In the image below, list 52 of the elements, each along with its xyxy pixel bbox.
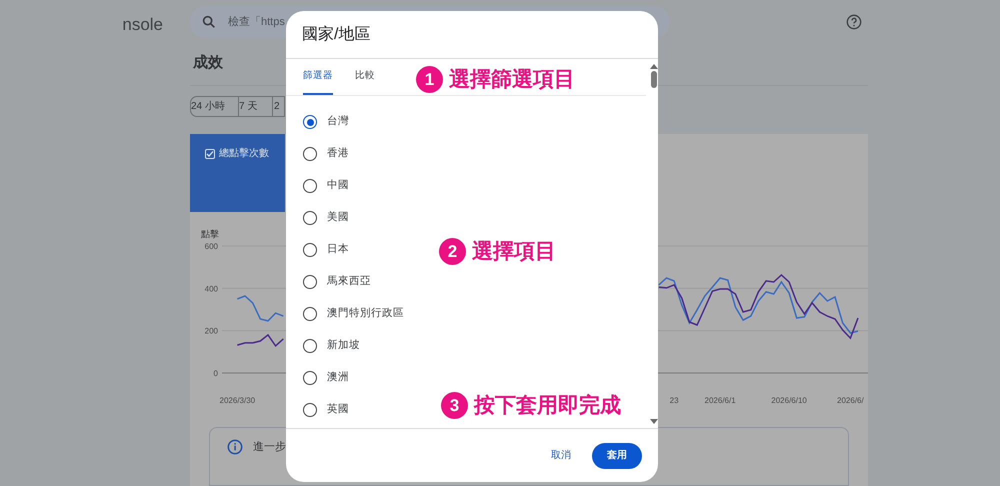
axis-title: 點擊 <box>201 228 219 241</box>
axis-label: 200 <box>204 326 218 336</box>
option-label: 澳洲 <box>327 370 349 386</box>
radio-button[interactable] <box>303 339 317 353</box>
radio-button[interactable] <box>303 403 317 417</box>
radio-button[interactable] <box>303 211 317 225</box>
option-label: 馬來西亞 <box>327 274 371 290</box>
date-range-button[interactable]: 24 小時 <box>191 97 239 116</box>
option-label: 澳門特別行政區 <box>327 306 404 322</box>
option-label: 香港 <box>327 146 349 162</box>
step-instruction: 選擇篩選項目 <box>449 67 575 93</box>
axis-label: 600 <box>204 242 218 251</box>
option-label: 美國 <box>327 210 349 226</box>
search-icon <box>201 14 217 30</box>
axis-label: 2026/6/10 <box>771 396 807 405</box>
radio-button[interactable] <box>303 307 317 321</box>
axis-label: 400 <box>204 284 218 294</box>
option-label: 日本 <box>327 242 349 258</box>
info-icon <box>227 439 243 455</box>
scrollbar-thumb[interactable] <box>651 71 657 88</box>
help-icon[interactable] <box>846 14 862 30</box>
option-label: 台灣 <box>327 114 349 130</box>
radio-button[interactable] <box>303 243 317 257</box>
axis-label: 2026/3/30 <box>220 396 256 405</box>
tab[interactable]: 篩選器 <box>303 59 333 95</box>
radio-button[interactable] <box>303 275 317 289</box>
metric-card[interactable]: 總點擊次數 <box>190 134 285 212</box>
step-instruction: 選擇項目 <box>472 239 556 265</box>
step-instruction: 按下套用即完成 <box>474 392 621 419</box>
logo-text: nsole <box>122 14 163 36</box>
cancel-button[interactable]: 取消 <box>545 442 577 469</box>
checkbox[interactable] <box>205 149 215 159</box>
axis-label: 23 <box>670 396 679 405</box>
info-text: 進一步 <box>253 440 286 455</box>
scroll-up-icon[interactable] <box>650 63 658 69</box>
option-label: 中國 <box>327 178 349 194</box>
axis-label: 2026/6/1 <box>704 396 736 405</box>
option-label: 新加坡 <box>327 338 360 354</box>
scroll-down-icon[interactable] <box>650 419 658 425</box>
radio-button[interactable] <box>303 147 317 161</box>
dialog-title: 國家/地區 <box>302 24 370 44</box>
option-label: 英國 <box>327 402 349 418</box>
radio-button[interactable] <box>303 179 317 193</box>
radio-button[interactable] <box>303 115 317 129</box>
axis-label: 0 <box>214 369 218 378</box>
metric-label: 總點擊次數 <box>219 148 269 160</box>
radio-button[interactable] <box>303 371 317 385</box>
date-range-button[interactable]: 7 天 <box>239 97 273 116</box>
page-title: 成效 <box>193 53 223 74</box>
axis-label: 2026/6/ <box>837 396 864 405</box>
tab[interactable]: 比較 <box>355 59 375 95</box>
apply-button[interactable]: 套用 <box>592 442 642 468</box>
